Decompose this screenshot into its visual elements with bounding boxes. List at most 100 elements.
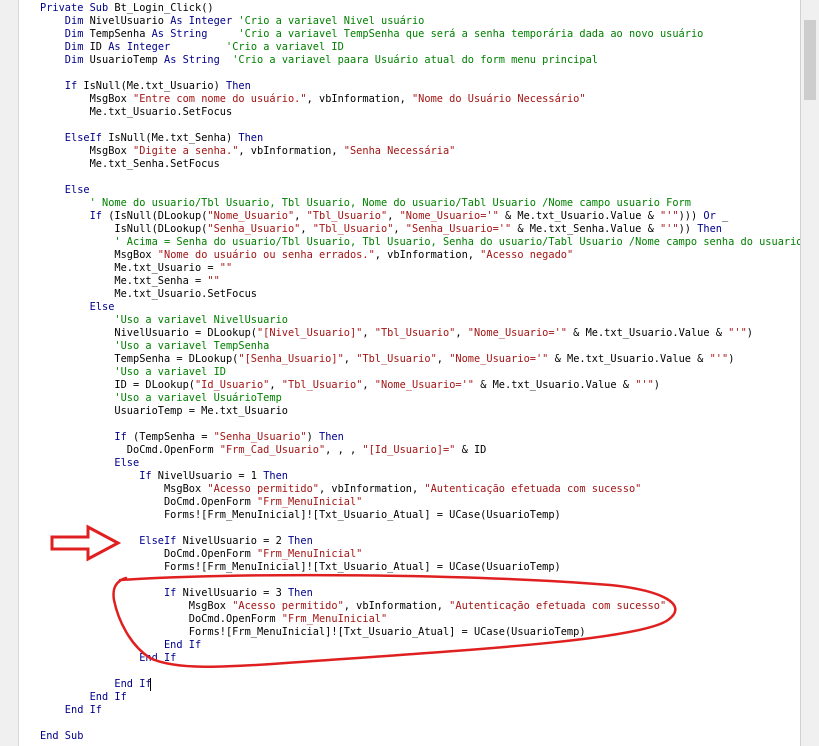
- code-line[interactable]: ' Nome do usuario/Tbl Usuario, Tbl Usuar…: [40, 197, 691, 210]
- code-token: ElseIf: [40, 535, 183, 547]
- code-line[interactable]: End If: [40, 691, 127, 704]
- code-token: As Integer: [108, 41, 227, 53]
- code-token: Me.txt_Senha.SetFocus: [40, 158, 220, 170]
- code-token: & Me.txt_Usuario.Value &: [566, 327, 729, 339]
- code-line[interactable]: 'Uso a variavel TempSenha: [40, 340, 269, 353]
- code-token: "Tbl_Usuario": [356, 353, 437, 365]
- code-token: Forms![Frm_MenuInicial]![Txt_Usuario_Atu…: [40, 509, 561, 521]
- code-token: NivelUsuario = 3: [182, 587, 288, 599]
- code-area[interactable]: Private Sub Bt_Login_Click() Dim NivelUs…: [0, 0, 819, 746]
- code-token: "Id_Usuario": [194, 379, 270, 391]
- code-token: ): [728, 353, 735, 365]
- code-token: DoCmd.OpenForm: [40, 496, 257, 508]
- code-line[interactable]: Forms![Frm_MenuInicial]![Txt_Usuario_Atu…: [40, 561, 561, 574]
- code-line[interactable]: If NivelUsuario = 1 Then: [40, 470, 288, 483]
- code-line[interactable]: Me.txt_Senha.SetFocus: [40, 158, 220, 171]
- code-line[interactable]: End If: [40, 639, 201, 652]
- code-line[interactable]: Dim UsuarioTemp As String 'Crio a variav…: [40, 54, 598, 67]
- code-line[interactable]: 'Uso a variavel ID: [40, 366, 226, 379]
- code-line[interactable]: Private Sub Bt_Login_Click(): [40, 2, 214, 15]
- code-line[interactable]: If (IsNull(DLookup("Nome_Usuario", "Tbl_…: [40, 210, 729, 223]
- code-token: ID = DLookup(: [40, 379, 195, 391]
- code-token: ,: [436, 353, 450, 365]
- code-token: Private Sub: [40, 2, 115, 14]
- code-line[interactable]: Me.txt_Usuario.SetFocus: [40, 106, 233, 119]
- code-token: IsNull(DLookup(: [40, 223, 208, 235]
- code-line[interactable]: MsgBox "Digite a senha.", vbInformation,…: [40, 145, 456, 158]
- code-line[interactable]: Else: [40, 457, 139, 470]
- code-line[interactable]: If (TempSenha = "Senha_Usuario") Then: [40, 431, 343, 444]
- code-line[interactable]: Forms![Frm_MenuInicial]![Txt_Usuario_Atu…: [40, 626, 586, 639]
- code-token: "Nome do Usuário Necessário": [411, 93, 586, 105]
- code-token: (TempSenha =: [133, 431, 214, 443]
- code-line[interactable]: MsgBox "Acesso permitido", vbInformation…: [40, 483, 641, 496]
- code-line[interactable]: Me.txt_Usuario = "": [40, 262, 232, 275]
- code-line[interactable]: 'Uso a variavel NivelUsuario: [40, 314, 288, 327]
- code-token: If: [40, 587, 183, 599]
- code-token: If: [40, 431, 133, 443]
- code-line[interactable]: DoCmd.OpenForm "Frm_MenuInicial": [40, 548, 362, 561]
- code-line[interactable]: Me.txt_Usuario.SetFocus: [40, 288, 257, 301]
- code-token: Dim: [40, 28, 90, 40]
- code-token: _: [715, 210, 729, 222]
- code-editor[interactable]: Private Sub Bt_Login_Click() Dim NivelUs…: [0, 0, 819, 746]
- code-token: DoCmd.OpenForm: [40, 444, 220, 456]
- code-line[interactable]: MsgBox "Nome do usuário ou senha errados…: [40, 249, 573, 262]
- code-token: NivelUsuario = 2: [182, 535, 288, 547]
- code-line[interactable]: Dim TempSenha As String 'Crio a variavel…: [40, 28, 704, 41]
- code-line[interactable]: ElseIf IsNull(Me.txt_Senha) Then: [40, 132, 263, 145]
- code-token: If: [40, 80, 84, 92]
- code-token: "Acesso permitido": [232, 600, 344, 612]
- code-line[interactable]: DoCmd.OpenForm "Frm_Cad_Usuario", , , "[…: [40, 444, 487, 457]
- scrollbar-thumb[interactable]: [804, 20, 816, 100]
- code-token: "Senha_Usuario": [213, 431, 307, 443]
- code-token: "Acesso negado": [480, 249, 574, 261]
- code-token: "Tbl_Usuario": [312, 223, 394, 235]
- code-line[interactable]: ID = DLookup("Id_Usuario", "Tbl_Usuario"…: [40, 379, 660, 392]
- code-line[interactable]: Forms![Frm_MenuInicial]![Txt_Usuario_Atu…: [40, 509, 561, 522]
- code-line[interactable]: MsgBox "Entre com nome do usuário.", vbI…: [40, 93, 586, 106]
- code-token: ,: [343, 353, 357, 365]
- code-line[interactable]: End If: [40, 678, 151, 691]
- code-line[interactable]: Dim NivelUsuario As Integer 'Crio a vari…: [40, 15, 425, 28]
- code-token: Else: [40, 184, 90, 196]
- code-token: MsgBox: [40, 93, 133, 105]
- code-line[interactable]: DoCmd.OpenForm "Frm_MenuInicial": [40, 613, 387, 626]
- code-token: ))): [678, 210, 704, 222]
- code-line[interactable]: End If: [40, 704, 102, 717]
- code-line[interactable]: DoCmd.OpenForm "Frm_MenuInicial": [40, 496, 362, 509]
- code-line[interactable]: TempSenha = DLookup("[Senha_Usuario]", "…: [40, 353, 734, 366]
- code-line[interactable]: Else: [40, 184, 90, 197]
- code-token: "Nome_Usuario='": [449, 353, 549, 365]
- code-token: "[Senha_Usuario]": [238, 353, 344, 365]
- code-token: Then: [238, 132, 264, 144]
- code-token: "Nome_Usuario='": [467, 327, 567, 339]
- code-token: "Autenticação efetuada com sucesso": [424, 483, 642, 495]
- code-line[interactable]: If IsNull(Me.txt_Usuario) Then: [40, 80, 251, 93]
- code-line[interactable]: ElseIf NivelUsuario = 2 Then: [40, 535, 313, 548]
- code-token: ,: [300, 223, 313, 235]
- code-line[interactable]: IsNull(DLookup("Senha_Usuario", "Tbl_Usu…: [40, 223, 722, 236]
- code-token: "": [207, 275, 220, 287]
- code-line[interactable]: 'Uso a variavel UsuárioTemp: [40, 392, 281, 405]
- code-line[interactable]: Me.txt_Senha = "": [40, 275, 220, 288]
- code-line[interactable]: NivelUsuario = DLookup("[Nivel_Usuario]"…: [40, 327, 753, 340]
- code-line[interactable]: UsuarioTemp = Me.txt_Usuario: [40, 405, 288, 418]
- code-line[interactable]: Else: [40, 301, 115, 314]
- vertical-scrollbar[interactable]: [800, 0, 819, 746]
- code-token: "'": [659, 223, 679, 235]
- code-token: "Acesso permitido": [207, 483, 319, 495]
- code-token: ,: [269, 379, 282, 391]
- code-line[interactable]: If NivelUsuario = 3 Then: [40, 587, 313, 600]
- code-line[interactable]: Dim ID As Integer 'Crio a variavel ID: [40, 41, 344, 54]
- code-token: ' Nome do usuario/Tbl Usuario, Tbl Usuar…: [40, 197, 691, 209]
- code-line[interactable]: MsgBox "Acesso permitido", vbInformation…: [40, 600, 666, 613]
- code-line[interactable]: End Sub: [40, 730, 83, 743]
- code-token: "Frm_Cad_Usuario": [219, 444, 326, 456]
- code-line[interactable]: End If: [40, 652, 176, 665]
- code-token: End If: [40, 639, 202, 651]
- code-line[interactable]: ' Acima = Senha do usuario/Tbl Usuario, …: [40, 236, 819, 249]
- code-token: "Senha_Usuario='": [405, 223, 512, 235]
- code-token: Me.txt_Senha =: [40, 275, 208, 287]
- code-token: Then: [287, 535, 313, 547]
